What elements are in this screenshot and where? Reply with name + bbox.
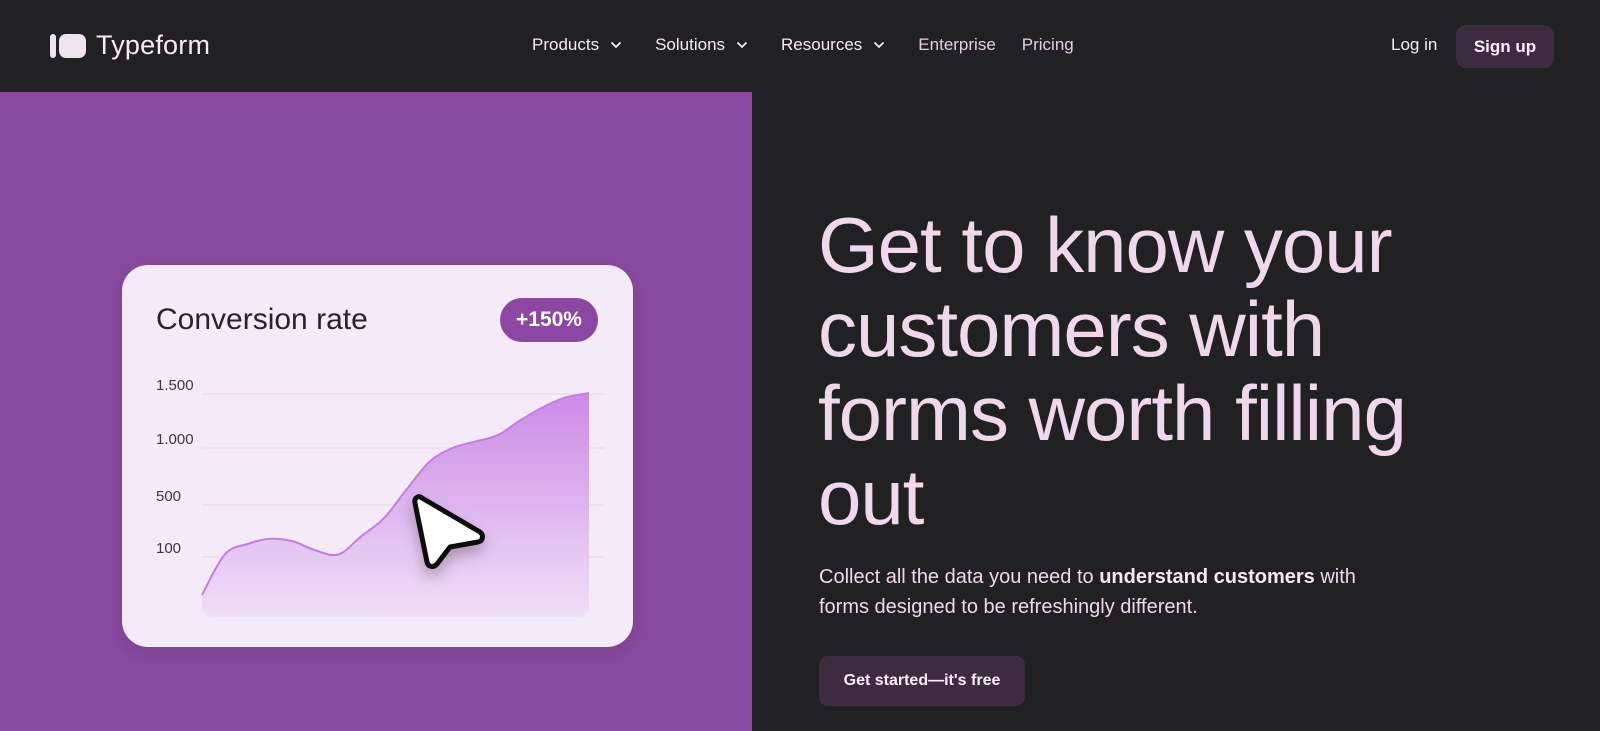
menu-link-pricing[interactable]: Pricing <box>1022 35 1074 55</box>
menu-resources-label: Resources <box>781 35 863 54</box>
y-tick-label: 1.500 <box>156 377 194 394</box>
top-navigation: Typeform Products Solutions Resources En… <box>0 0 1600 92</box>
hero-subtitle: Collect all the data you need to underst… <box>819 562 1399 622</box>
subtitle-emphasis: understand customers <box>1099 566 1315 588</box>
login-link[interactable]: Log in <box>1391 35 1437 55</box>
typeform-logo-icon <box>50 33 86 58</box>
hero-headline: Get to know your customers with forms wo… <box>818 201 1407 541</box>
card-title: Conversion rate <box>156 303 368 336</box>
menu-products[interactable]: Products <box>532 35 623 55</box>
chevron-down-icon <box>737 42 747 48</box>
hero-illustration-panel: 1.500 1.000 500 100 Conversion rate +150% <box>0 92 752 731</box>
brand-logo[interactable]: Typeform <box>50 30 210 61</box>
menu-products-label: Products <box>532 35 600 54</box>
conversion-rate-card: 1.500 1.000 500 100 Conversion rate +150% <box>122 265 633 647</box>
brand-name: Typeform <box>96 30 211 60</box>
menu-solutions-label: Solutions <box>655 35 726 54</box>
menu-resources[interactable]: Resources <box>781 35 886 55</box>
get-started-button[interactable]: Get started—it's free <box>819 656 1025 706</box>
growth-badge: +150% <box>500 298 598 342</box>
menu-link-enterprise[interactable]: Enterprise <box>918 35 995 55</box>
y-tick-label: 500 <box>156 488 181 505</box>
y-tick-label: 100 <box>156 540 181 557</box>
chevron-down-icon <box>874 42 885 48</box>
chevron-down-icon <box>611 42 621 48</box>
y-tick-label: 1.000 <box>156 431 194 448</box>
signup-button[interactable]: Sign up <box>1456 25 1554 68</box>
main-menu: Products Solutions Resources Enterprise … <box>532 35 1100 55</box>
menu-solutions[interactable]: Solutions <box>655 35 749 55</box>
subtitle-text-start: Collect all the data you need to <box>819 566 1100 588</box>
